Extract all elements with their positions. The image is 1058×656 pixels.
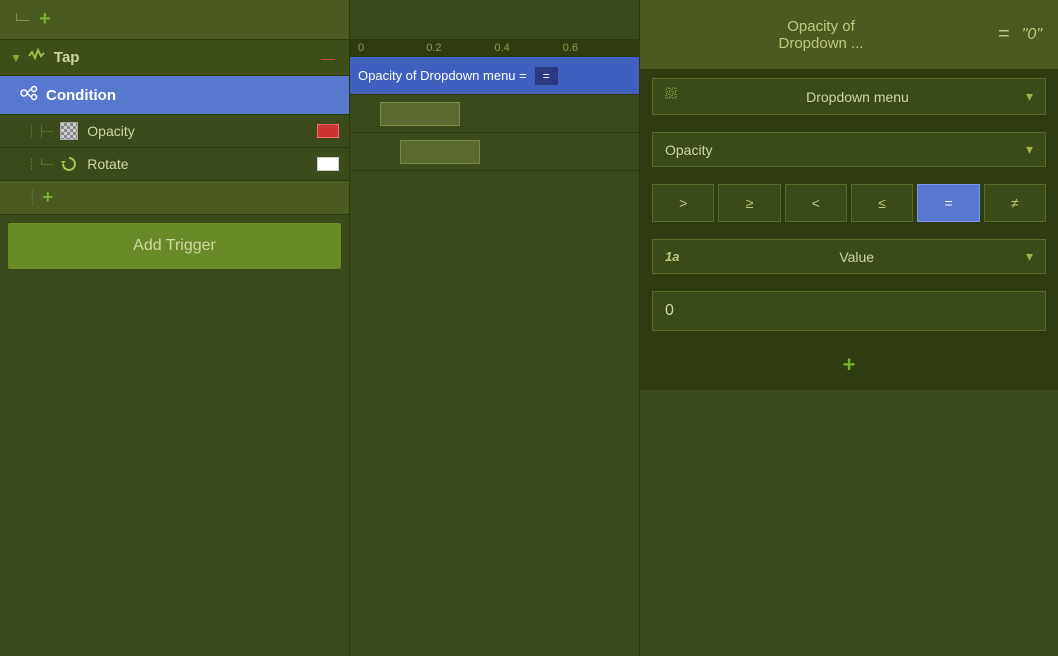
rotate-tree-line: ┊ └─ (28, 158, 53, 171)
rotate-icon (59, 154, 79, 174)
rotate-color-swatch[interactable] (317, 157, 339, 171)
op-neq-button[interactable]: ≠ (984, 184, 1046, 222)
left-empty-area (0, 277, 349, 656)
op-gt-button[interactable]: > (652, 184, 714, 222)
tick-0: 0 (358, 42, 426, 54)
condition-row[interactable]: Condition (0, 76, 349, 115)
value-type-section: 1a Value ▾ (640, 231, 1058, 283)
opacity-label: Opacity (87, 123, 317, 139)
condition-icon (20, 84, 38, 106)
value-input[interactable] (652, 291, 1046, 331)
value-type-icon: 1a (665, 249, 679, 264)
opacity-row[interactable]: ┊ ├─ Opacity (0, 115, 349, 148)
right-header: Opacity of Dropdown ... = "0" (640, 0, 1058, 70)
timeline-condition-text: Opacity of Dropdown menu = (358, 68, 527, 83)
header-value-display: "0" (1022, 26, 1042, 44)
top-add-button[interactable]: + (35, 8, 55, 31)
operators-row: > ≥ < ≤ = ≠ (640, 176, 1058, 231)
add-trigger-button[interactable]: Add Trigger (8, 223, 341, 269)
tick-1: 0.2 (426, 42, 494, 54)
inner-add-button[interactable]: + (42, 187, 53, 208)
dropdown-menu-section: Dropdown menu ▾ (640, 70, 1058, 124)
rotate-keyframe-block (400, 140, 480, 164)
tick-3: 0.6 (563, 42, 631, 54)
dropdown-grid-icon (665, 87, 681, 106)
value-type-dropdown[interactable]: 1a Value ▾ (652, 239, 1046, 274)
right-empty-area (640, 390, 1058, 656)
tap-label: Tap (54, 49, 321, 66)
rotate-label: Rotate (87, 156, 317, 172)
right-add-button[interactable]: + (843, 352, 856, 378)
value-input-section (640, 283, 1058, 340)
tap-dash: — (321, 50, 335, 66)
property-section: Opacity ▾ (640, 124, 1058, 176)
rotate-row[interactable]: ┊ └─ Rotate (0, 148, 349, 181)
timeline-opacity-row (350, 95, 639, 133)
dropdown-menu-select[interactable]: Dropdown menu ▾ (652, 78, 1046, 115)
timeline-equals-badge: = (535, 67, 558, 85)
op-eq-button[interactable]: = (917, 184, 979, 222)
timeline-tick-labels: 0 0.2 0.4 0.6 (350, 40, 639, 57)
tap-row[interactable]: ▼ Tap — (0, 40, 349, 76)
op-lte-button[interactable]: ≤ (851, 184, 913, 222)
property-arrow-icon: ▾ (1026, 141, 1033, 158)
left-panel: └─ + ▼ Tap — Condition ┊ ├─ (0, 0, 350, 656)
top-add-row: └─ + (0, 0, 349, 40)
condition-label: Condition (46, 87, 116, 104)
header-equals-symbol: = (998, 23, 1010, 46)
opacity-tree-line: ┊ ├─ (28, 125, 53, 138)
timeline-condition-row: Opacity of Dropdown menu = = (350, 57, 639, 95)
timeline-rotate-row (350, 133, 639, 171)
timeline-header-spacer (350, 0, 639, 40)
opacity-color-swatch[interactable] (317, 124, 339, 138)
collapse-arrow-icon[interactable]: ▼ (10, 51, 22, 65)
inner-plus-row: ┊ + (0, 181, 349, 215)
dropdown-menu-label: Dropdown menu (806, 89, 909, 105)
tree-line: └─ (12, 13, 29, 27)
plus-tree-line: ┊ (28, 189, 36, 206)
timeline-empty-area (350, 171, 639, 656)
op-lt-button[interactable]: < (785, 184, 847, 222)
right-panel: Opacity of Dropdown ... = "0" Dropdown m… (640, 0, 1058, 656)
header-dropdown-text: Dropdown ... (656, 35, 986, 52)
opacity-keyframe-block (380, 102, 460, 126)
header-opacity-text: Opacity of (656, 18, 986, 35)
middle-panel: 0 0.2 0.4 0.6 Opacity of Dropdown menu =… (350, 0, 640, 656)
opacity-icon (59, 121, 79, 141)
right-header-text: Opacity of Dropdown ... (656, 18, 986, 52)
value-type-label: Value (839, 249, 874, 265)
dropdown-menu-arrow-icon: ▾ (1026, 88, 1033, 105)
property-label: Opacity (665, 142, 712, 158)
tap-icon (28, 48, 46, 67)
op-gte-button[interactable]: ≥ (718, 184, 780, 222)
tick-2: 0.4 (495, 42, 563, 54)
property-dropdown[interactable]: Opacity ▾ (652, 132, 1046, 167)
right-bottom: + (640, 340, 1058, 390)
value-type-arrow-icon: ▾ (1026, 248, 1033, 265)
